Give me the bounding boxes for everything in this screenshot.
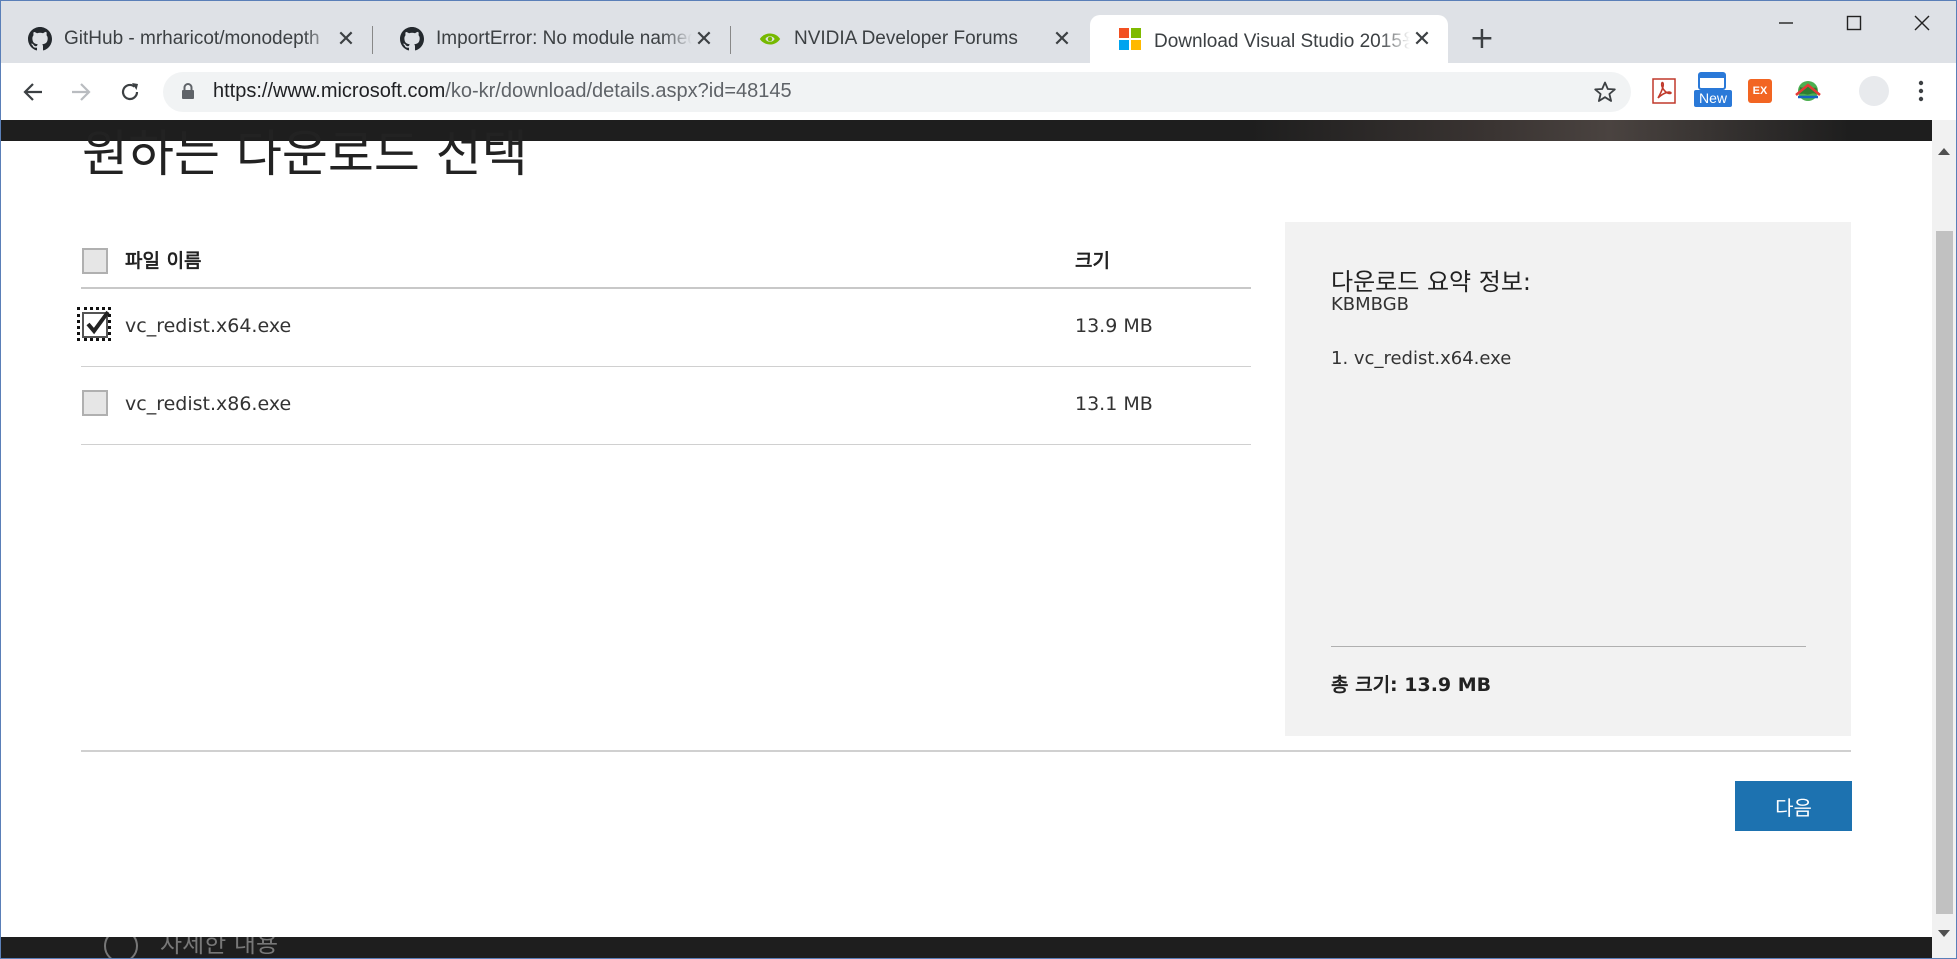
download-summary-panel: 다운로드 요약 정보: KBMBGB 1. vc_redist.x64.exe … bbox=[1285, 222, 1851, 736]
table-row: vc_redist.x86.exe 13.1 MB bbox=[81, 367, 1251, 445]
download-file-table: 파일 이름 크기 vc_redist.x64.exe 13.9 MB vc_re… bbox=[77, 216, 1251, 445]
microsoft-icon bbox=[1118, 27, 1142, 51]
tab-title: NVIDIA Developer Forums bbox=[794, 28, 1050, 50]
globe-extension-icon[interactable] bbox=[1794, 77, 1822, 105]
forward-icon[interactable] bbox=[64, 75, 98, 109]
tab-strip: GitHub - mrharicot/monodepth ✕ ImportErr… bbox=[0, 0, 1957, 63]
close-tab-icon[interactable]: ✕ bbox=[1050, 27, 1074, 52]
summary-total-size: 총 크기: 13.9 MB bbox=[1331, 674, 1492, 696]
close-tab-icon[interactable]: ✕ bbox=[1410, 27, 1434, 52]
url-path: /ko-kr/download/details.aspx?id=48145 bbox=[445, 80, 792, 102]
file-name: vc_redist.x64.exe bbox=[125, 315, 292, 337]
header-size: 크기 bbox=[1075, 250, 1110, 272]
reload-icon[interactable] bbox=[113, 75, 147, 109]
tab-title: GitHub - mrharicot/monodepth bbox=[64, 28, 334, 50]
tab-title: ImportError: No module named bbox=[436, 28, 692, 50]
checkmark-icon bbox=[86, 310, 110, 335]
section-divider bbox=[81, 750, 1851, 752]
file-size: 13.9 MB bbox=[1075, 315, 1153, 337]
hero-image bbox=[1250, 120, 1850, 141]
acrobat-icon[interactable] bbox=[1650, 77, 1678, 105]
tab-nvidia-forums[interactable]: NVIDIA Developer Forums ✕ bbox=[730, 15, 1088, 63]
menu-icon[interactable] bbox=[1914, 77, 1928, 105]
close-tab-icon[interactable]: ✕ bbox=[692, 27, 716, 52]
file-checkbox-x64[interactable] bbox=[77, 307, 111, 341]
page-viewport: 원하는 다운로드 선택 파일 이름 크기 vc_redist.x64.exe 1… bbox=[0, 120, 1932, 959]
summary-title: 다운로드 요약 정보: bbox=[1331, 268, 1531, 296]
tab-visual-studio-download[interactable]: Download Visual Studio 2015용 ✕ bbox=[1090, 15, 1448, 63]
file-size: 13.1 MB bbox=[1075, 393, 1153, 415]
lock-icon[interactable] bbox=[181, 82, 195, 104]
scroll-down-icon[interactable] bbox=[1938, 930, 1950, 937]
ex-extension-icon[interactable]: EX bbox=[1748, 79, 1772, 103]
back-icon[interactable] bbox=[16, 75, 50, 109]
details-link[interactable]: 자세한 내용 bbox=[160, 937, 278, 959]
file-checkbox-x86[interactable] bbox=[82, 390, 108, 416]
summary-subtitle: KBMBGB bbox=[1331, 294, 1410, 315]
url-text: https://www.microsoft.com/ko-kr/download… bbox=[213, 80, 792, 103]
tab-title: Download Visual Studio 2015용 bbox=[1154, 25, 1410, 53]
header-file-name: 파일 이름 bbox=[125, 250, 202, 272]
new-tab-button[interactable]: + bbox=[1466, 21, 1498, 56]
next-button[interactable]: 다음 bbox=[1735, 781, 1852, 831]
close-window-icon[interactable] bbox=[1888, 0, 1956, 46]
table-header-row: 파일 이름 크기 bbox=[81, 216, 1251, 289]
nvidia-icon bbox=[758, 27, 782, 51]
url-host: https://www.microsoft.com bbox=[213, 80, 446, 102]
scroll-up-icon[interactable] bbox=[1938, 148, 1950, 155]
profile-avatar-icon[interactable] bbox=[1859, 76, 1889, 106]
new-extension-icon[interactable]: New bbox=[1694, 72, 1732, 107]
maximize-icon[interactable] bbox=[1820, 0, 1888, 46]
table-row: vc_redist.x64.exe 13.9 MB bbox=[77, 289, 1251, 367]
tab-github-monodepth[interactable]: GitHub - mrharicot/monodepth ✕ bbox=[0, 15, 372, 63]
file-name: vc_redist.x86.exe bbox=[125, 393, 292, 415]
github-icon bbox=[28, 27, 52, 51]
close-tab-icon[interactable]: ✕ bbox=[334, 27, 358, 52]
browser-toolbar: https://www.microsoft.com/ko-kr/download… bbox=[0, 63, 1957, 120]
address-bar[interactable]: https://www.microsoft.com/ko-kr/download… bbox=[163, 72, 1631, 112]
summary-item: 1. vc_redist.x64.exe bbox=[1331, 348, 1512, 369]
select-all-checkbox[interactable] bbox=[82, 248, 108, 274]
github-icon bbox=[400, 27, 424, 51]
minimize-icon[interactable] bbox=[1752, 0, 1820, 46]
scrollbar-thumb[interactable] bbox=[1936, 231, 1953, 914]
vertical-scrollbar[interactable] bbox=[1932, 120, 1957, 959]
section-title: 원하는 다운로드 선택 bbox=[82, 125, 528, 183]
bookmark-star-icon[interactable] bbox=[1593, 80, 1617, 108]
summary-divider bbox=[1331, 646, 1806, 647]
details-strip: 자세한 내용 bbox=[0, 937, 1932, 959]
new-badge: New bbox=[1694, 90, 1732, 107]
expand-details-icon[interactable] bbox=[104, 937, 138, 959]
tab-import-error[interactable]: ImportError: No module named ✕ bbox=[372, 15, 730, 63]
